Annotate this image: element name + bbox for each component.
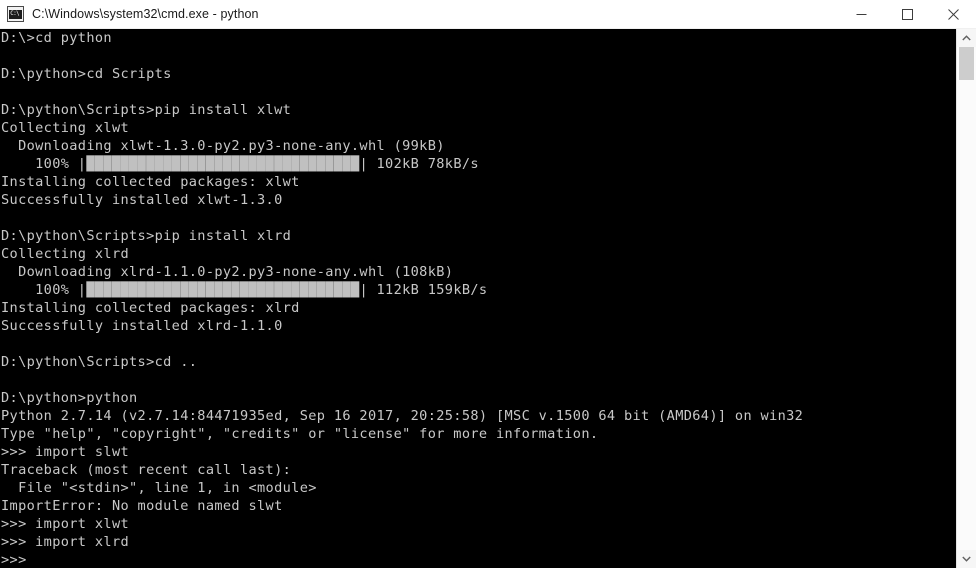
console-line: Installing collected packages: xlwt [1, 174, 300, 190]
console-line: Collecting xlrd [1, 246, 130, 262]
console-line: Downloading xlwt-1.3.0-py2.py3-none-any.… [1, 138, 445, 154]
progress-bar-fill: ████████████████████████████████ [86, 282, 360, 298]
console-line: Successfully installed xlrd-1.1.0 [1, 318, 283, 334]
console-line: Collecting xlwt [1, 120, 130, 136]
console-line: >>> import slwt [1, 444, 130, 460]
window-controls [838, 0, 976, 28]
title-bar[interactable]: C:\ C:\Windows\system32\cmd.exe - python [0, 0, 976, 29]
close-button[interactable] [930, 0, 976, 28]
minimize-button[interactable] [838, 0, 884, 28]
console-line: ImportError: No module named slwt [1, 498, 283, 514]
console-line: D:\python>python [1, 390, 138, 406]
scrollbar-down-button[interactable] [957, 550, 976, 568]
console-line: Python 2.7.14 (v2.7.14:84471935ed, Sep 1… [1, 408, 804, 424]
scrollbar-track[interactable] [957, 47, 976, 550]
progress-stats-label: | 112kB 159kB/s [359, 282, 488, 298]
progress-bar-fill: ████████████████████████████████ [86, 156, 360, 172]
console-line: D:\python\Scripts>pip install xlrd [1, 228, 292, 244]
console-output[interactable]: D:\>cd python D:\python>cd Scripts D:\py… [0, 29, 956, 568]
console-progress-line: 100% | ████████████████████████████████ | … [0, 155, 956, 173]
console-line: D:\python>cd Scripts [1, 66, 172, 82]
console-line: >>> import xlwt [1, 516, 130, 532]
console-area: D:\>cd python D:\python>cd Scripts D:\py… [0, 29, 976, 568]
console-line: >>> [1, 552, 27, 568]
progress-percent-label: 100% | [1, 282, 87, 298]
console-line: D:\python\Scripts>pip install xlwt [1, 102, 292, 118]
chevron-down-icon [962, 556, 971, 562]
cmd-window: C:\ C:\Windows\system32\cmd.exe - python [0, 0, 976, 568]
console-line: >>> import xlrd [1, 534, 130, 550]
cmd-exe-icon-text: C:\ [10, 10, 20, 17]
scrollbar-thumb[interactable] [959, 47, 974, 80]
console-line: File "<stdin>", line 1, in <module> [1, 480, 317, 496]
console-line: Successfully installed xlwt-1.3.0 [1, 192, 283, 208]
cmd-exe-icon-screen: C:\ [9, 9, 22, 19]
console-line: D:\python\Scripts>cd .. [1, 354, 198, 370]
maximize-button[interactable] [884, 0, 930, 28]
minimize-icon [856, 13, 866, 15]
console-line: D:\>cd python [1, 30, 112, 46]
window-title: C:\Windows\system32\cmd.exe - python [32, 7, 259, 21]
scrollbar-up-button[interactable] [957, 29, 976, 47]
close-icon [947, 8, 959, 20]
console-line: Installing collected packages: xlrd [1, 300, 300, 316]
progress-stats-label: | 102kB 78kB/s [359, 156, 479, 172]
console-progress-line: 100% | ████████████████████████████████ | … [0, 281, 956, 299]
maximize-icon [901, 8, 913, 20]
console-line: Downloading xlrd-1.1.0-py2.py3-none-any.… [1, 264, 454, 280]
console-line: Traceback (most recent call last): [1, 462, 292, 478]
chevron-up-icon [962, 35, 971, 41]
progress-percent-label: 100% | [1, 156, 87, 172]
vertical-scrollbar[interactable] [956, 29, 976, 568]
cmd-exe-icon: C:\ [7, 6, 24, 22]
console-line: Type "help", "copyright", "credits" or "… [1, 426, 599, 442]
